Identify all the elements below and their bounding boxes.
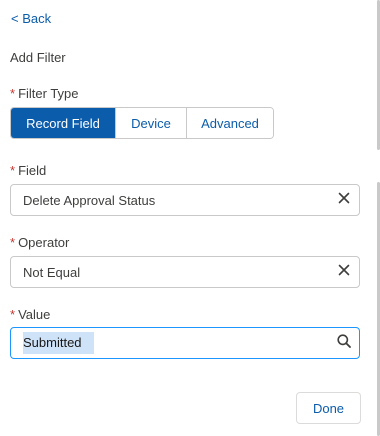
required-marker: * xyxy=(10,163,16,178)
value-input[interactable] xyxy=(23,332,329,354)
close-icon xyxy=(338,263,350,281)
filter-type-segmented-control: Record Field Device Advanced xyxy=(10,107,274,139)
search-icon xyxy=(337,333,351,353)
filter-type-record-field-button[interactable]: Record Field xyxy=(11,108,115,138)
operator-clear-button[interactable] xyxy=(329,257,359,287)
required-marker: * xyxy=(10,307,16,322)
field-label: * Field xyxy=(10,163,46,178)
filter-type-advanced-button[interactable]: Advanced xyxy=(186,108,273,138)
operator-combobox-value: Not Equal xyxy=(23,264,81,280)
add-filter-panel: < Back Add Filter * Filter Type Record Fi… xyxy=(0,0,372,436)
operator-label: * Operator xyxy=(10,235,69,250)
value-label-text: Value xyxy=(18,307,51,322)
field-label-text: Field xyxy=(18,163,47,178)
required-marker: * xyxy=(10,86,16,101)
filter-type-label: * Filter Type xyxy=(10,86,79,101)
required-marker: * xyxy=(10,235,16,250)
panel-title: Add Filter xyxy=(10,50,66,65)
operator-label-text: Operator xyxy=(18,235,70,250)
operator-combobox[interactable]: Not Equal xyxy=(10,256,360,288)
filter-type-device-button[interactable]: Device xyxy=(115,108,186,138)
close-icon xyxy=(338,191,350,209)
done-button[interactable]: Done xyxy=(296,392,361,424)
value-search-field[interactable] xyxy=(10,327,360,359)
value-search-button[interactable] xyxy=(329,328,359,358)
field-combobox-value: Delete Approval Status xyxy=(23,192,156,208)
field-combobox[interactable]: Delete Approval Status xyxy=(10,184,360,216)
filter-type-label-text: Filter Type xyxy=(18,86,79,101)
back-link[interactable]: < Back xyxy=(11,11,51,26)
value-label: * Value xyxy=(10,307,50,322)
field-clear-button[interactable] xyxy=(329,185,359,215)
